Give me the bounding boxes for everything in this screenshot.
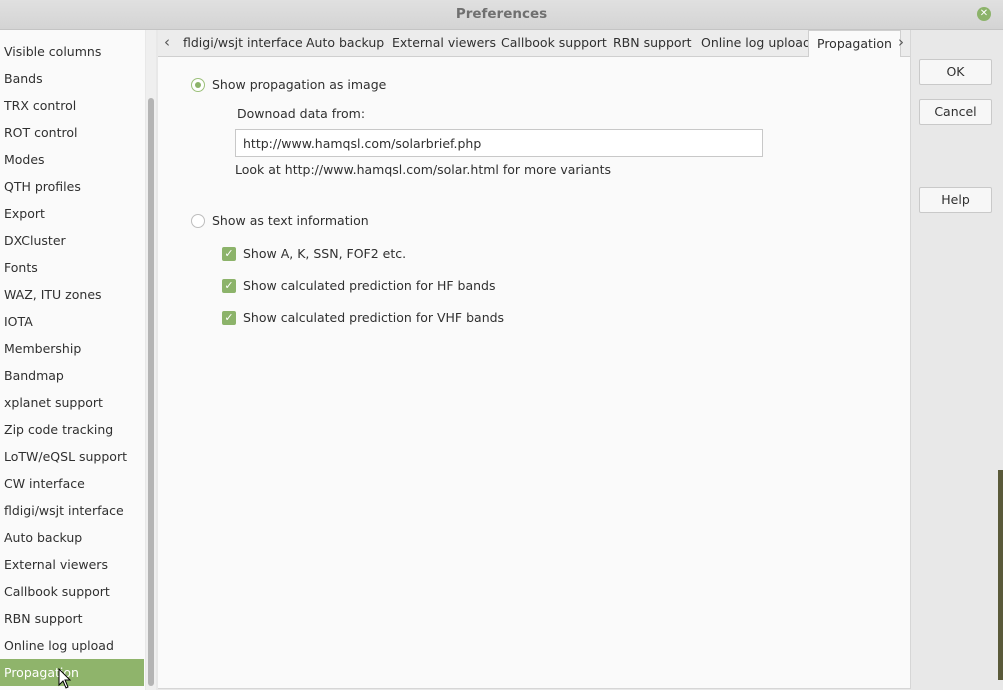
sidebar-item-iota[interactable]: IOTA xyxy=(0,308,144,335)
tab-rbn-support[interactable]: RBN support xyxy=(613,30,692,56)
chevron-left-icon[interactable]: ‹ xyxy=(158,30,176,56)
tab-propagation[interactable]: Propagation xyxy=(808,30,901,57)
sidebar-item-fldigi-wsjt-interface[interactable]: fldigi/wsjt interface xyxy=(0,497,144,524)
sidebar-item-callbook-support[interactable]: Callbook support xyxy=(0,578,144,605)
sidebar-item-qth-profiles[interactable]: QTH profiles xyxy=(0,173,144,200)
title-bar: Preferences ✕ xyxy=(0,0,1003,30)
sidebar-item-bandmap[interactable]: Bandmap xyxy=(0,362,144,389)
sidebar-item-rbn-support[interactable]: RBN support xyxy=(0,605,144,632)
tab-fldigi-wsjt-interface[interactable]: fldigi/wsjt interface xyxy=(183,30,303,56)
show-as-image-radio[interactable] xyxy=(191,78,205,92)
tab-external-viewers[interactable]: External viewers xyxy=(392,30,496,56)
tab-callbook-support[interactable]: Callbook support xyxy=(501,30,607,56)
sidebar-item-trx-control[interactable]: TRX control xyxy=(0,92,144,119)
sidebar-item-zip-code-tracking[interactable]: Zip code tracking xyxy=(0,416,144,443)
sidebar-item-lotw-eqsl-support[interactable]: LoTW/eQSL support xyxy=(0,443,144,470)
sidebar-item-membership[interactable]: Membership xyxy=(0,335,144,362)
sidebar-item-dxcluster[interactable]: DXCluster xyxy=(0,227,144,254)
scrollbar-thumb[interactable] xyxy=(148,98,154,686)
show-as-image-label[interactable]: Show propagation as image xyxy=(212,77,386,92)
show-hf-prediction-label[interactable]: Show calculated prediction for HF bands xyxy=(243,278,496,293)
background-window-edge xyxy=(998,470,1003,680)
show-as-text-radio[interactable] xyxy=(191,214,205,228)
close-icon[interactable]: ✕ xyxy=(977,7,991,21)
download-data-label: Downoad data from: xyxy=(237,106,366,121)
sidebar-item-cw-interface[interactable]: CW interface xyxy=(0,470,144,497)
sidebar-item-waz-itu-zones[interactable]: WAZ, ITU zones xyxy=(0,281,144,308)
show-aksn-label[interactable]: Show A, K, SSN, FOF2 etc. xyxy=(243,246,406,261)
sidebar-item-fonts[interactable]: Fonts xyxy=(0,254,144,281)
help-button[interactable]: Help xyxy=(919,187,992,213)
tab-bar: ‹ fldigi/wsjt interface Auto backup Exte… xyxy=(158,30,910,57)
sidebar-item-external-viewers[interactable]: External viewers xyxy=(0,551,144,578)
sidebar: Visible columns Bands TRX control ROT co… xyxy=(0,30,145,690)
sidebar-item-visible-columns[interactable]: Visible columns xyxy=(0,38,144,65)
show-hf-prediction-checkbox[interactable]: ✓ xyxy=(222,279,236,293)
chevron-right-icon[interactable]: › xyxy=(892,30,910,56)
ok-button[interactable]: OK xyxy=(919,59,992,85)
sidebar-item-export[interactable]: Export xyxy=(0,200,144,227)
show-vhf-prediction-label[interactable]: Show calculated prediction for VHF bands xyxy=(243,310,504,325)
window-title: Preferences xyxy=(455,6,548,22)
sidebar-item-bands[interactable]: Bands xyxy=(0,65,144,92)
sidebar-scrollbar[interactable] xyxy=(146,30,156,690)
sidebar-item-modes[interactable]: Modes xyxy=(0,146,144,173)
cancel-button[interactable]: Cancel xyxy=(919,99,992,125)
download-url-input[interactable] xyxy=(235,129,763,157)
variants-hint: Look at http://www.hamqsl.com/solar.html… xyxy=(235,162,612,177)
tab-auto-backup[interactable]: Auto backup xyxy=(306,30,384,56)
sidebar-item-auto-backup[interactable]: Auto backup xyxy=(0,524,144,551)
sidebar-item-online-log-upload[interactable]: Online log upload xyxy=(0,632,144,659)
show-as-text-label[interactable]: Show as text information xyxy=(212,213,369,228)
show-aksn-checkbox[interactable]: ✓ xyxy=(222,247,236,261)
mouse-cursor-icon xyxy=(58,668,72,689)
show-vhf-prediction-checkbox[interactable]: ✓ xyxy=(222,311,236,325)
tab-online-log-upload[interactable]: Online log upload xyxy=(701,30,811,56)
sidebar-item-xplanet-support[interactable]: xplanet support xyxy=(0,389,144,416)
sidebar-item-propagation[interactable]: Propagation xyxy=(0,659,144,686)
sidebar-item-rot-control[interactable]: ROT control xyxy=(0,119,144,146)
